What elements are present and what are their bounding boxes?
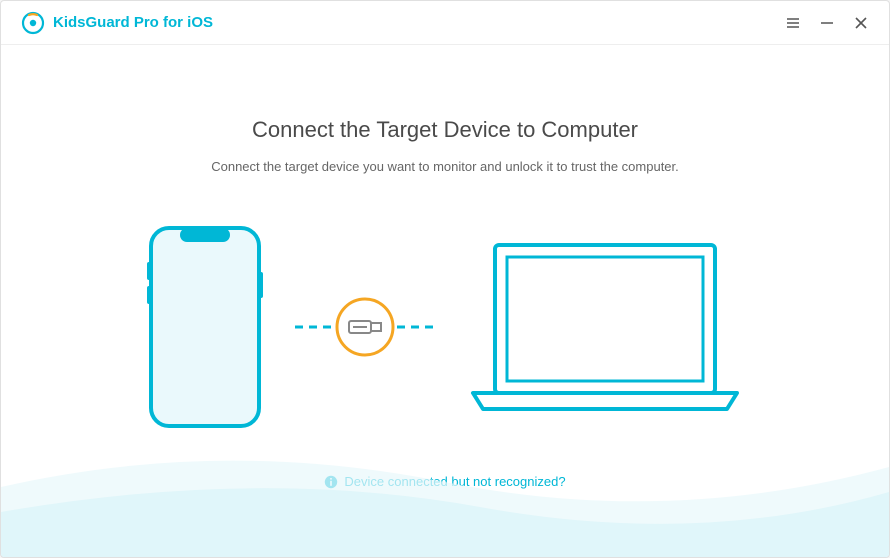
titlebar: KidsGuard Pro for iOS	[1, 1, 889, 45]
brand: KidsGuard Pro for iOS	[21, 11, 213, 35]
page-subtitle: Connect the target device you want to mo…	[211, 159, 679, 174]
help-link[interactable]: Device connected but not recognized?	[324, 474, 565, 489]
brand-name: KidsGuard Pro for iOS	[53, 14, 213, 31]
connection-illustration	[145, 222, 745, 432]
window-controls	[785, 15, 869, 31]
content-area: Connect the Target Device to Computer Co…	[1, 45, 889, 557]
app-window: KidsGuard Pro for iOS	[0, 0, 890, 558]
brand-logo-icon	[21, 11, 45, 35]
page-title: Connect the Target Device to Computer	[252, 117, 638, 143]
help-link-text: Device connected but not recognized?	[344, 474, 565, 489]
laptop-icon	[465, 237, 745, 417]
wave-background	[1, 427, 889, 557]
minimize-button[interactable]	[819, 15, 835, 31]
phone-icon	[145, 222, 265, 432]
usb-connector-icon	[295, 297, 435, 357]
close-button[interactable]	[853, 15, 869, 31]
info-icon	[324, 475, 338, 489]
menu-button[interactable]	[785, 15, 801, 31]
